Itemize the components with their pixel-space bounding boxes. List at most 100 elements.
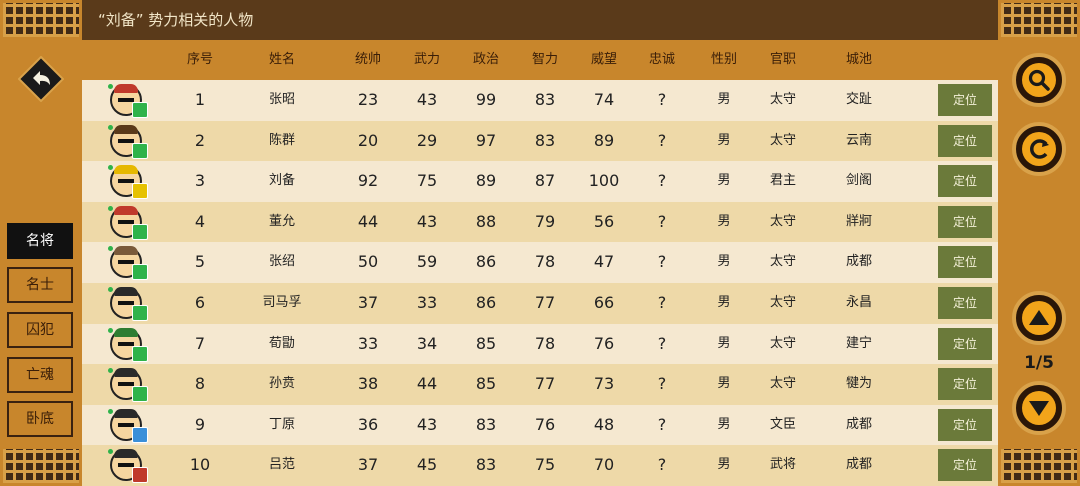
hat-icon (114, 449, 138, 459)
locate-button[interactable]: 定位 (938, 286, 992, 319)
header-gender: 性别 (710, 52, 738, 67)
tab-4[interactable]: 卧底 (7, 401, 73, 437)
cell-loyalty: ? (657, 130, 667, 150)
online-dot (108, 205, 113, 211)
cell-city: 成都 (845, 457, 873, 473)
cell-politics: 85 (475, 333, 497, 353)
header-command: 统帅 (354, 52, 382, 67)
cell-no: 1 (194, 90, 206, 109)
cell-name: 吕范 (268, 457, 296, 473)
greek-key-ornament (0, 446, 82, 486)
locate-button[interactable]: 定位 (938, 124, 992, 157)
table-row[interactable]: 9 丁原 36 43 83 76 48? 男 文臣 成都 定位 (82, 404, 998, 446)
cell-gender: 男 (717, 294, 731, 310)
cell-city: 牂牁 (845, 213, 873, 229)
character-table: 1 张昭 23 43 99 83 74? 男太守 交趾 定位 2 陈群 20 29 97 83 89? 男太守 云南… (82, 80, 998, 486)
left-panel: 名将名士囚犯亡魂卧底 (0, 0, 82, 486)
online-dot (108, 124, 113, 130)
online-dot (108, 246, 113, 252)
locate-button[interactable]: 定位 (938, 408, 992, 441)
greek-key-ornament (998, 0, 1080, 40)
cell-gender: 男 (717, 457, 731, 473)
cell-command: 92 (357, 171, 379, 191)
cell-command: 37 (357, 292, 379, 312)
header-office: 官职 (769, 52, 797, 67)
cell-politics: 86 (475, 292, 497, 312)
cell-office: 太守 (769, 92, 797, 107)
table-row[interactable]: 3 刘备 92 75 89 87 100? 男 君主 剑阁 定位 (82, 161, 998, 202)
table-row[interactable]: 7 荀勖 33 34 85 78 76? 男 太守 建宁 定位 (82, 323, 998, 365)
back-button[interactable] (18, 56, 64, 102)
online-dot (108, 84, 113, 89)
role-badge-icon (132, 304, 148, 321)
table-row[interactable]: 6 司马孚 37 33 86 77 66? 男 太守 永昌 定位 (82, 282, 998, 324)
cell-prestige: 47 (593, 252, 615, 272)
page-down-button[interactable] (1012, 381, 1066, 435)
cell-gender: 男 (717, 173, 731, 189)
locate-button[interactable]: 定位 (938, 165, 992, 198)
table-row[interactable]: 2 陈群 20 29 97 83 89? 男 太守 云南 定位 (82, 120, 998, 162)
cell-city: 交趾 (845, 92, 873, 107)
face-icon (118, 138, 134, 143)
cell-office: 太守 (769, 376, 797, 392)
refresh-button[interactable] (1012, 122, 1066, 176)
cell-force: 33 (416, 292, 438, 312)
cell-gender: 男 (717, 92, 731, 107)
role-badge-icon (132, 102, 148, 118)
main-panel: “刘备” 势力相关的人物 序号 姓名 统帅 武力 政治 智力 威望 忠诚 性别 … (82, 0, 998, 486)
cell-city: 永昌 (845, 294, 873, 310)
tab-3[interactable]: 亡魂 (7, 357, 73, 393)
face-icon (118, 422, 134, 427)
cell-force: 44 (416, 374, 438, 394)
cell-no: 7 (194, 333, 206, 353)
face-icon (118, 98, 134, 102)
cell-office: 太守 (769, 294, 797, 310)
cell-no: 6 (194, 292, 206, 312)
role-badge-icon (132, 183, 148, 200)
locate-button[interactable]: 定位 (938, 368, 992, 401)
page-up-button[interactable] (1012, 291, 1066, 345)
cell-force: 75 (416, 171, 438, 191)
cell-intelligence: 75 (534, 455, 556, 475)
cell-gender: 男 (717, 213, 731, 229)
page-title: “刘备” 势力相关的人物 (82, 0, 998, 40)
cell-name: 刘备 (268, 173, 296, 189)
cell-intelligence: 78 (534, 252, 556, 272)
locate-button[interactable]: 定位 (938, 449, 992, 482)
search-button[interactable] (1012, 53, 1066, 107)
tab-1[interactable]: 名士 (7, 267, 73, 303)
cell-no: 3 (194, 171, 206, 191)
table-row[interactable]: 5 张绍 50 59 86 78 47? 男 太守 成都 定位 (82, 242, 998, 283)
cell-force: 43 (416, 90, 438, 109)
table-row[interactable]: 4 董允 44 43 88 79 56? 男 太守 牂牁 定位 (82, 201, 998, 243)
cell-force: 45 (416, 455, 438, 475)
cell-prestige: 74 (593, 90, 615, 109)
locate-button[interactable]: 定位 (938, 327, 992, 360)
greek-key-ornament (0, 0, 82, 40)
online-dot (108, 165, 113, 171)
tab-0[interactable]: 名将 (7, 223, 73, 259)
cell-office: 太守 (769, 132, 797, 148)
online-dot (108, 408, 113, 414)
cell-office: 君主 (769, 173, 797, 189)
cell-politics: 83 (475, 455, 497, 475)
cell-city: 云南 (845, 132, 873, 148)
cell-loyalty: ? (657, 333, 667, 353)
locate-button[interactable]: 定位 (938, 246, 992, 279)
table-row[interactable]: 8 孙贲 38 44 85 77 73? 男 太守 犍为 定位 (82, 364, 998, 405)
role-badge-icon (132, 426, 148, 443)
table-row[interactable]: 10 吕范 37 45 83 75 70? 男 武将 成都 定位 (82, 445, 998, 486)
header-intelligence: 智力 (531, 52, 559, 67)
table-row[interactable]: 1 张昭 23 43 99 83 74? 男 太守 交趾 定位 (82, 80, 998, 121)
hat-icon (114, 286, 138, 296)
cell-city: 剑阁 (845, 173, 873, 189)
tab-2[interactable]: 囚犯 (7, 312, 73, 348)
cell-prestige: 48 (593, 414, 615, 434)
cell-force: 34 (416, 333, 438, 353)
cell-command: 50 (357, 252, 379, 272)
table-header: 序号 姓名 统帅 武力 政治 智力 威望 忠诚 性别 官职 城池 (82, 40, 998, 80)
locate-button[interactable]: 定位 (938, 84, 992, 116)
cell-name: 董允 (268, 213, 296, 229)
locate-button[interactable]: 定位 (938, 205, 992, 238)
page-indicator: 1/5 (1024, 353, 1054, 373)
